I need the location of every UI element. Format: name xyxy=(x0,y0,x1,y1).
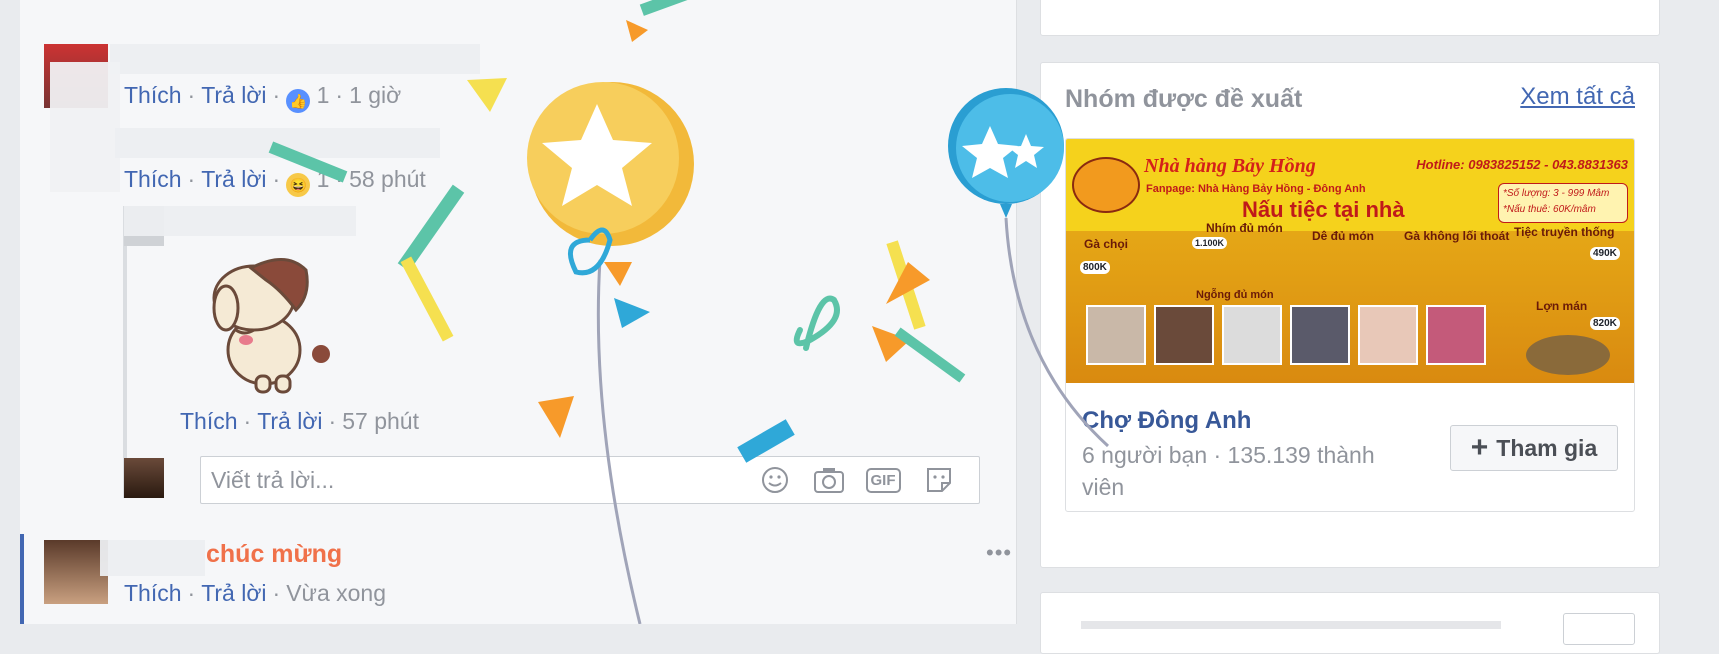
group-cover-image[interactable]: Nhà hàng Bảy Hồng Fanpage: Nhà Hàng Bảy … xyxy=(1066,139,1634,383)
card-title: Nhóm được đề xuất xyxy=(1065,85,1303,113)
like-link[interactable]: Thích xyxy=(124,82,182,108)
like-reaction-icon[interactable]: 👍 xyxy=(286,89,311,113)
left-margin xyxy=(0,0,20,624)
price-tag: 800K xyxy=(1080,261,1110,274)
card-button[interactable] xyxy=(1563,613,1635,645)
new-comment-indicator xyxy=(20,534,24,624)
comment-actions: Thích · Trả lời · Vừa xong xyxy=(124,580,387,606)
previous-card xyxy=(1040,0,1660,36)
photo-thumbnail xyxy=(1222,305,1282,365)
restaurant-logo xyxy=(1072,157,1140,213)
photo-thumbnail xyxy=(1290,305,1350,365)
reply-link[interactable]: Trả lời xyxy=(201,82,266,108)
highlighted-text: chúc mừng xyxy=(206,540,343,568)
comment-feed: Thích · Trả lời · 👍 1 · 1 giờ Thích · Trả lời · 😆 … xyxy=(20,0,1017,624)
suggested-groups-card: Nhóm được đề xuất Xem tất cả Nhà hàng Bả… xyxy=(1040,62,1660,568)
price-tag: 820K xyxy=(1590,317,1620,330)
reaction-count[interactable]: 1 xyxy=(317,166,330,192)
price-tag: 490K xyxy=(1590,247,1620,260)
dish-label: Tiệc truyền thống xyxy=(1514,225,1615,239)
dish-label: Gà chọi xyxy=(1084,237,1129,251)
photo-thumbnail xyxy=(1426,305,1486,365)
comment-time: 58 phút xyxy=(349,166,426,192)
photo-thumbnail xyxy=(1154,305,1214,365)
photo-thumbnail xyxy=(1358,305,1418,365)
photo-thumbnail xyxy=(1086,305,1146,365)
like-link[interactable]: Thích xyxy=(124,166,182,192)
like-link[interactable]: Thích xyxy=(180,408,238,434)
reply-thread-line xyxy=(123,206,127,498)
blurred-comment-text xyxy=(110,44,480,74)
join-label: Tham gia xyxy=(1496,434,1598,461)
blurred-reply-author xyxy=(124,206,356,236)
haha-reaction-icon[interactable]: 😆 xyxy=(286,173,311,197)
gif-icon[interactable]: GIF xyxy=(865,465,901,495)
join-group-button[interactable]: + Tham gia xyxy=(1450,425,1618,471)
dish-label: Ngỗng đủ món xyxy=(1196,289,1274,301)
fanpage-text: Fanpage: Nhà Hàng Bảy Hồng - Đông Anh xyxy=(1146,183,1366,195)
comment-actions: Thích · Trả lời · 😆 1 · 58 phút xyxy=(124,166,426,197)
quantity-text: *Số lượng: 3 - 999 Mâm xyxy=(1503,188,1610,199)
blurred-author xyxy=(100,540,205,576)
gif-label: GIF xyxy=(865,467,901,493)
dog-sticker xyxy=(212,258,330,394)
comment-time: Vừa xong xyxy=(286,580,387,606)
comment-time: 57 phút xyxy=(342,408,419,434)
group-suggestion[interactable]: Nhà hàng Bảy Hồng Fanpage: Nhà Hàng Bảy … xyxy=(1065,138,1635,512)
like-link[interactable]: Thích xyxy=(124,580,182,606)
reply-input[interactable]: Viết trả lời... GIF xyxy=(200,456,980,504)
dish-label: Gà không lối thoát xyxy=(1404,229,1510,243)
blurred-area xyxy=(50,62,120,192)
price-tag: 1.100K xyxy=(1192,237,1228,249)
current-user-avatar[interactable] xyxy=(124,458,164,498)
next-card xyxy=(1040,592,1660,654)
avatar[interactable] xyxy=(44,540,108,604)
group-name[interactable]: Chợ Đông Anh xyxy=(1082,407,1251,435)
price-text: *Nấu thuê: 60K/mâm xyxy=(1503,204,1596,215)
reply-link[interactable]: Trả lời xyxy=(201,166,266,192)
blurred-card-title xyxy=(1081,621,1501,629)
dish-label: Lợn mán xyxy=(1536,299,1588,313)
dish-label: Nhím đủ món xyxy=(1206,221,1283,235)
comment-actions: Thích · Trả lời · 👍 1 · 1 giờ xyxy=(124,82,401,113)
reply-link[interactable]: Trả lời xyxy=(201,580,266,606)
reaction-count[interactable]: 1 xyxy=(317,82,330,108)
emoji-icon[interactable] xyxy=(759,465,791,495)
restaurant-name: Nhà hàng Bảy Hồng xyxy=(1144,155,1316,177)
banner-headline: Nấu tiệc tại nhà xyxy=(1242,197,1405,222)
comment-actions: Thích · Trả lời · 57 phút xyxy=(180,408,419,434)
hotline-text: Hotline: 0983825152 - 043.8831363 xyxy=(1416,157,1628,172)
reply-link[interactable]: Trả lời xyxy=(257,408,322,434)
see-all-link[interactable]: Xem tất cả xyxy=(1520,83,1635,111)
blurred-comment-text xyxy=(115,128,440,158)
camera-icon[interactable] xyxy=(813,465,845,495)
dish-label: Dê đủ món xyxy=(1312,229,1374,243)
sticker-icon[interactable] xyxy=(923,465,955,495)
order-info: *Số lượng: 3 - 999 Mâm *Nấu thuê: 60K/mâ… xyxy=(1498,183,1628,223)
comment-time: 1 giờ xyxy=(349,82,402,108)
more-options-icon[interactable]: ••• xyxy=(986,540,1012,566)
reply-placeholder: Viết trả lời... xyxy=(211,467,335,493)
food-dish xyxy=(1526,335,1610,375)
group-meta: 6 người bạn · 135.139 thành viên xyxy=(1082,442,1375,500)
plus-icon: + xyxy=(1470,431,1489,464)
